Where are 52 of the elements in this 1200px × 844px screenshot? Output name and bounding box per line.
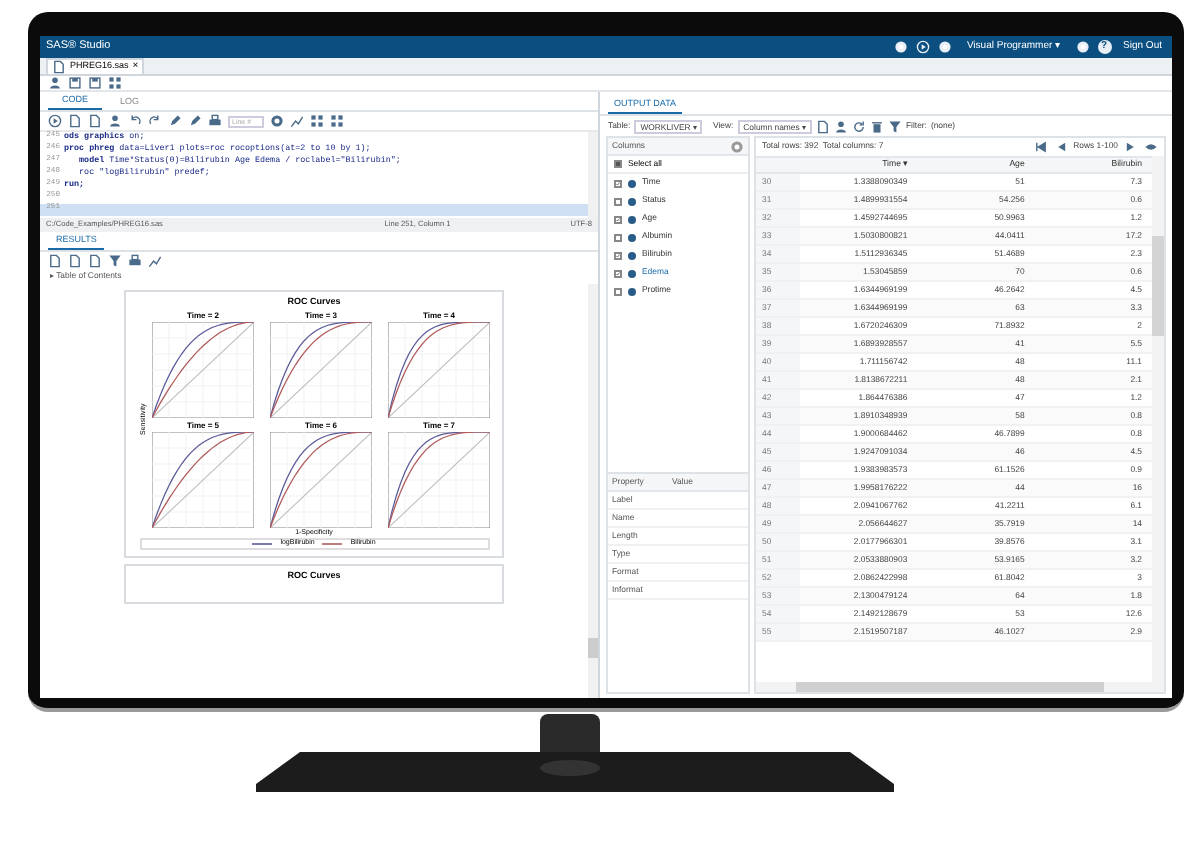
numeric-column-icon (628, 179, 636, 187)
save-all-icon[interactable] (88, 76, 102, 90)
checkbox[interactable] (614, 251, 622, 259)
checkbox[interactable] (614, 233, 622, 241)
legend-line-icon (322, 542, 343, 546)
print-icon[interactable] (208, 114, 222, 128)
numeric-column-icon (628, 197, 636, 205)
undo-icon[interactable] (128, 114, 142, 128)
roc-plot (388, 321, 490, 418)
checkbox[interactable] (614, 287, 622, 295)
checkbox[interactable] (614, 215, 622, 223)
legend-line-icon (252, 542, 273, 546)
roc-plot (270, 321, 372, 418)
person-icon[interactable] (108, 114, 122, 128)
numeric-column-icon (628, 233, 636, 241)
checkbox[interactable] (614, 197, 622, 205)
document-icon[interactable] (815, 119, 830, 133)
scrollbar[interactable] (756, 682, 1164, 692)
numeric-column-icon (628, 269, 636, 277)
circle-icon[interactable] (938, 40, 953, 54)
refresh-icon[interactable] (851, 119, 866, 133)
roc-plot (152, 321, 254, 418)
document-icon[interactable] (52, 60, 66, 74)
grid-icon[interactable] (310, 114, 324, 128)
checkbox[interactable] (614, 179, 622, 187)
chart-icon[interactable] (290, 114, 304, 128)
scrollbar[interactable] (1152, 156, 1164, 682)
roc-plot (388, 431, 490, 528)
filter-icon[interactable] (887, 119, 902, 133)
checkbox[interactable] (614, 269, 622, 277)
numeric-column-icon (628, 287, 636, 295)
save-icon[interactable] (68, 76, 82, 90)
chart-icon[interactable] (148, 254, 162, 268)
roc-plot (270, 431, 372, 528)
numeric-column-icon (628, 215, 636, 223)
numeric-column-icon (628, 251, 636, 259)
roc-plot (152, 431, 254, 528)
grid-icon[interactable] (330, 114, 344, 128)
first-page-icon[interactable] (1033, 140, 1048, 154)
circle-icon[interactable] (916, 40, 931, 54)
eye-icon[interactable] (1144, 140, 1158, 154)
checkbox[interactable] (614, 160, 622, 168)
print-icon[interactable] (128, 254, 142, 268)
grid-icon[interactable] (108, 76, 122, 90)
run-icon[interactable] (48, 114, 62, 128)
person-icon[interactable] (833, 119, 848, 133)
trash-icon[interactable] (869, 119, 884, 133)
scrollbar[interactable] (588, 132, 598, 218)
redo-icon[interactable] (148, 114, 162, 128)
code-editor[interactable] (40, 130, 598, 218)
person-icon[interactable] (48, 76, 62, 90)
scrollbar[interactable] (588, 284, 598, 698)
